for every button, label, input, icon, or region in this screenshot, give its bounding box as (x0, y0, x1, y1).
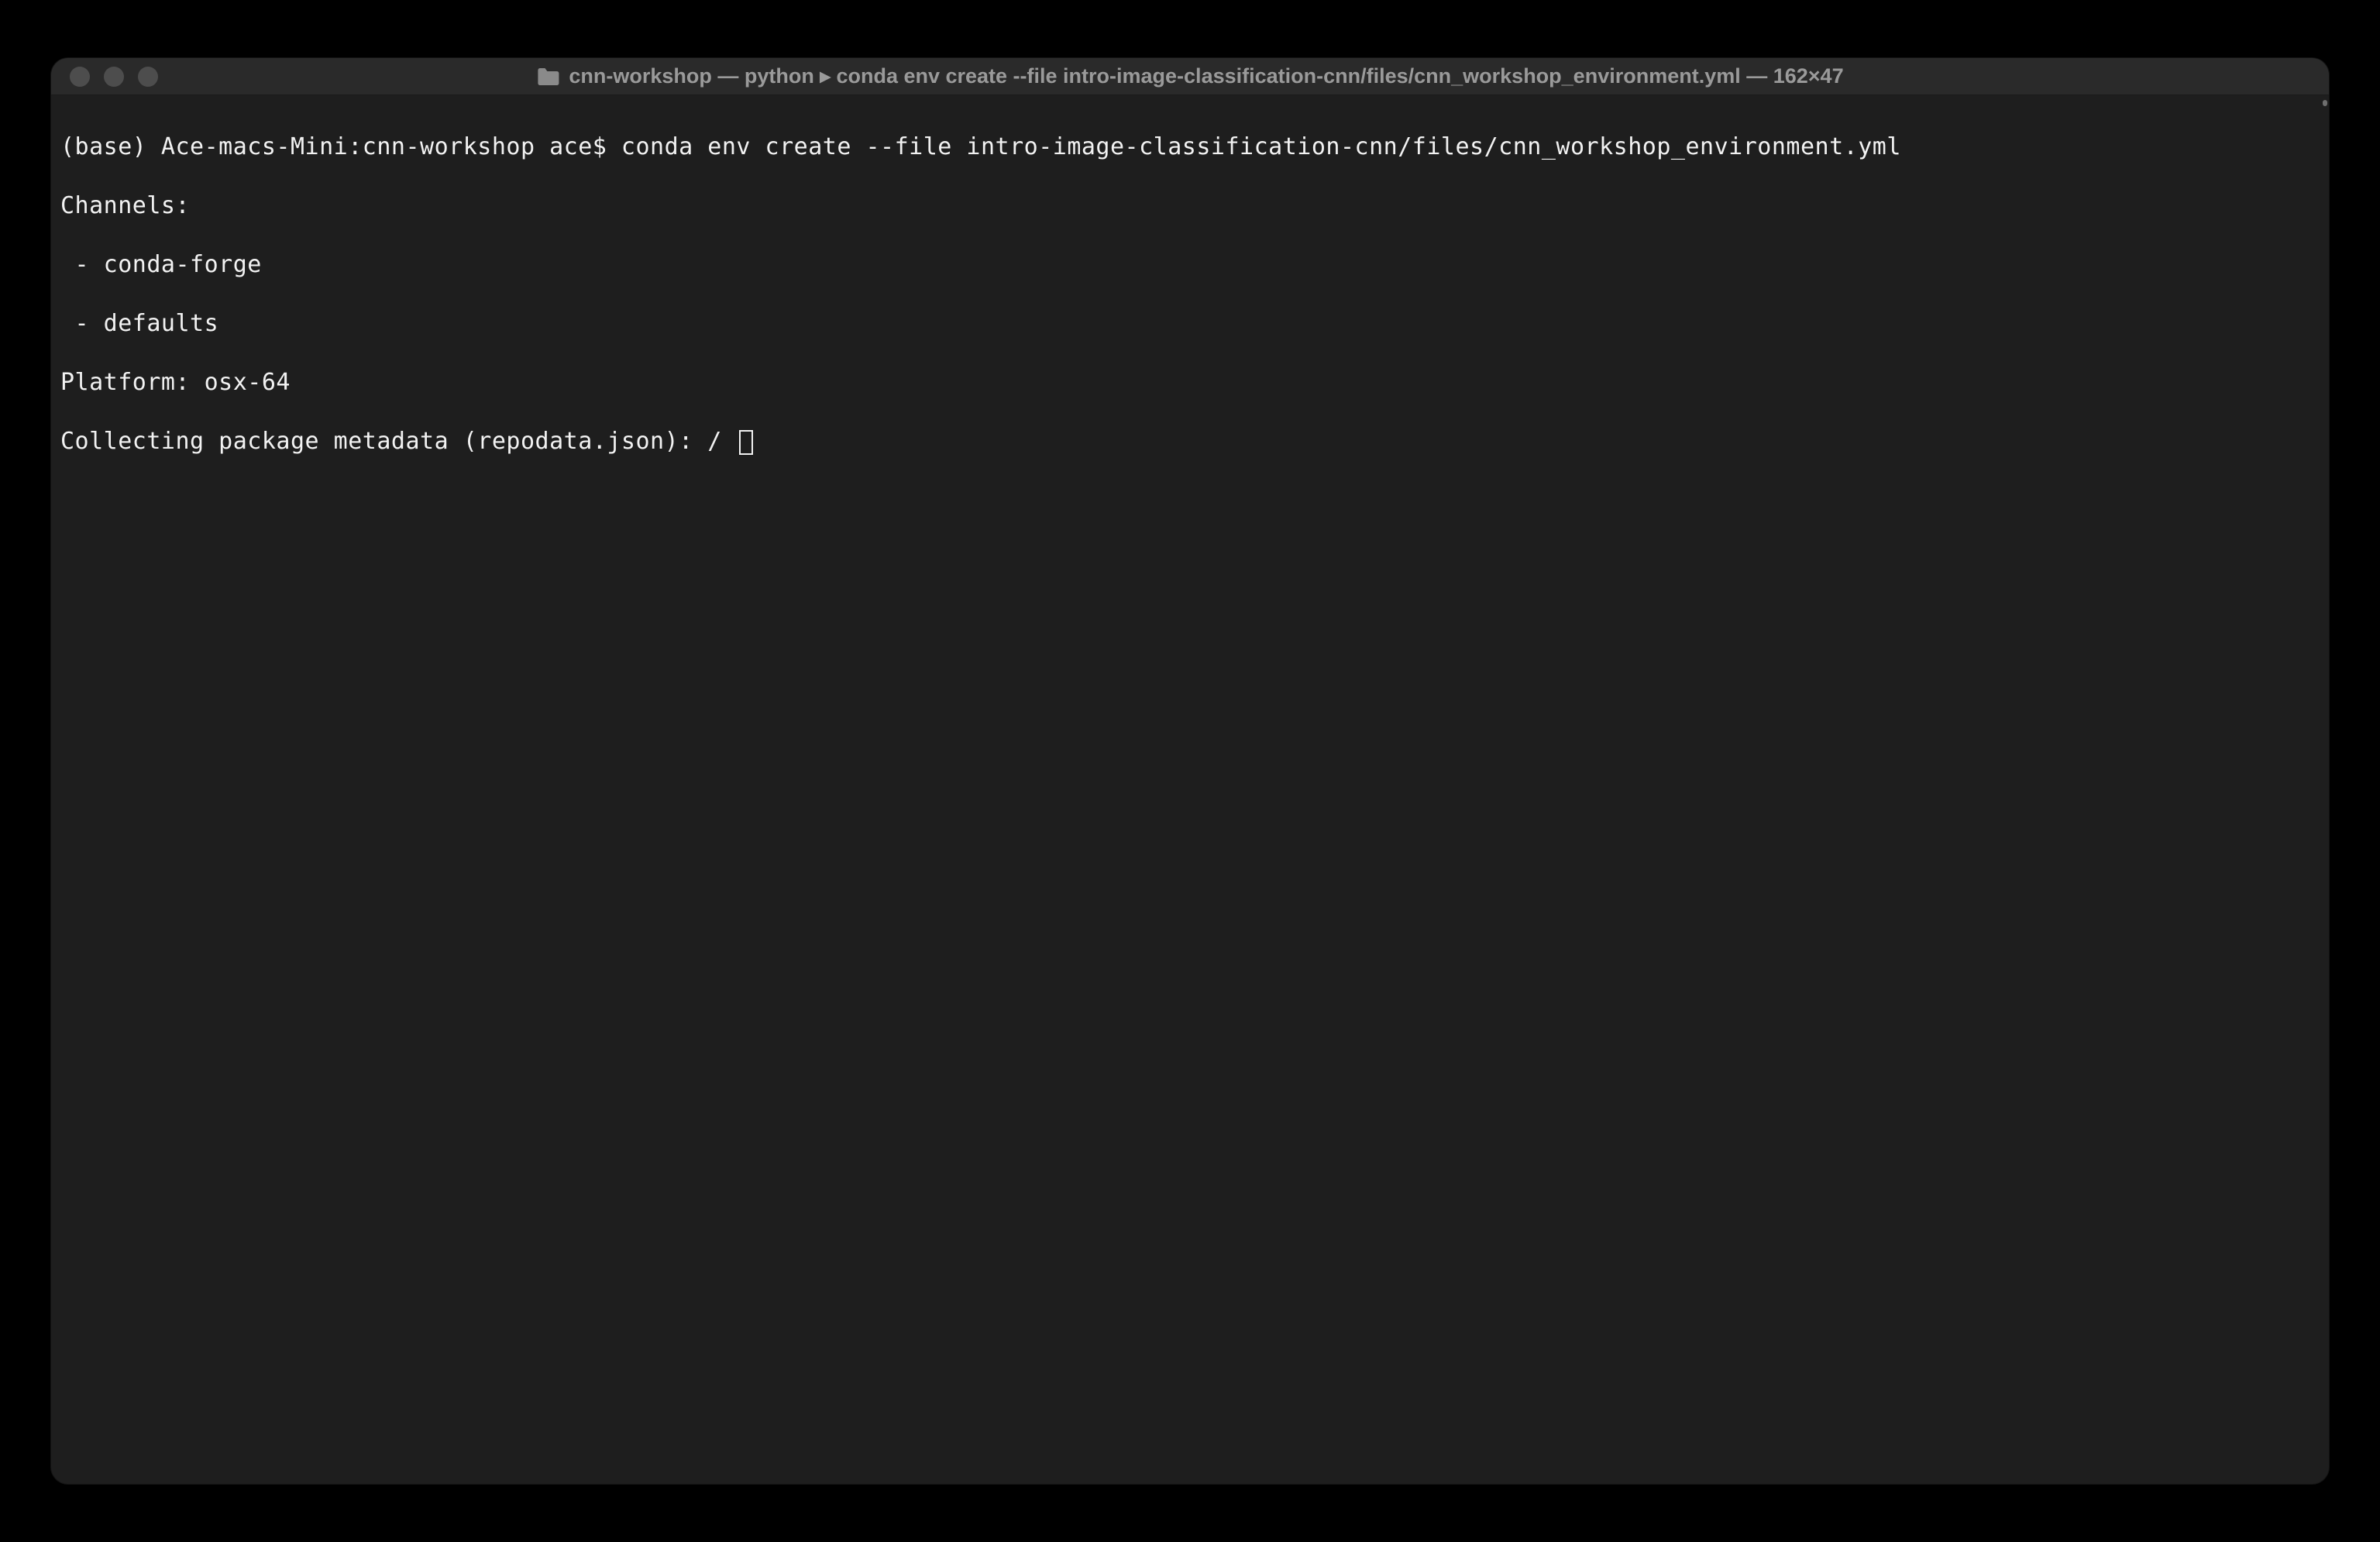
output-line: Channels: (60, 191, 2320, 221)
folder-icon (536, 67, 559, 86)
window-title: cnn-workshop — python ▸ conda env create… (536, 64, 1843, 88)
output-line: Collecting package metadata (repodata.js… (60, 427, 2320, 456)
output-line: Platform: osx-64 (60, 368, 2320, 398)
window-title-text: cnn-workshop — python ▸ conda env create… (569, 64, 1843, 88)
close-button[interactable] (70, 67, 90, 87)
maximize-button[interactable] (138, 67, 158, 87)
minimize-button[interactable] (104, 67, 124, 87)
output-line: - conda-forge (60, 250, 2320, 280)
shell-command: conda env create --file intro-image-clas… (621, 133, 1901, 160)
collecting-line: Collecting package metadata (repodata.js… (60, 428, 736, 455)
scrollbar-thumb[interactable] (2323, 100, 2327, 106)
shell-prompt: (base) Ace-macs-Mini:cnn-workshop ace$ (60, 133, 621, 160)
traffic-lights (51, 67, 158, 87)
output-line: - defaults (60, 309, 2320, 339)
prompt-line: (base) Ace-macs-Mini:cnn-workshop ace$ c… (60, 133, 2320, 162)
scrollbar-track[interactable] (2323, 95, 2329, 1484)
terminal-body[interactable]: (base) Ace-macs-Mini:cnn-workshop ace$ c… (51, 95, 2329, 1484)
title-bar: cnn-workshop — python ▸ conda env create… (51, 58, 2329, 95)
terminal-window: cnn-workshop — python ▸ conda env create… (51, 58, 2329, 1484)
cursor-icon (739, 430, 753, 455)
